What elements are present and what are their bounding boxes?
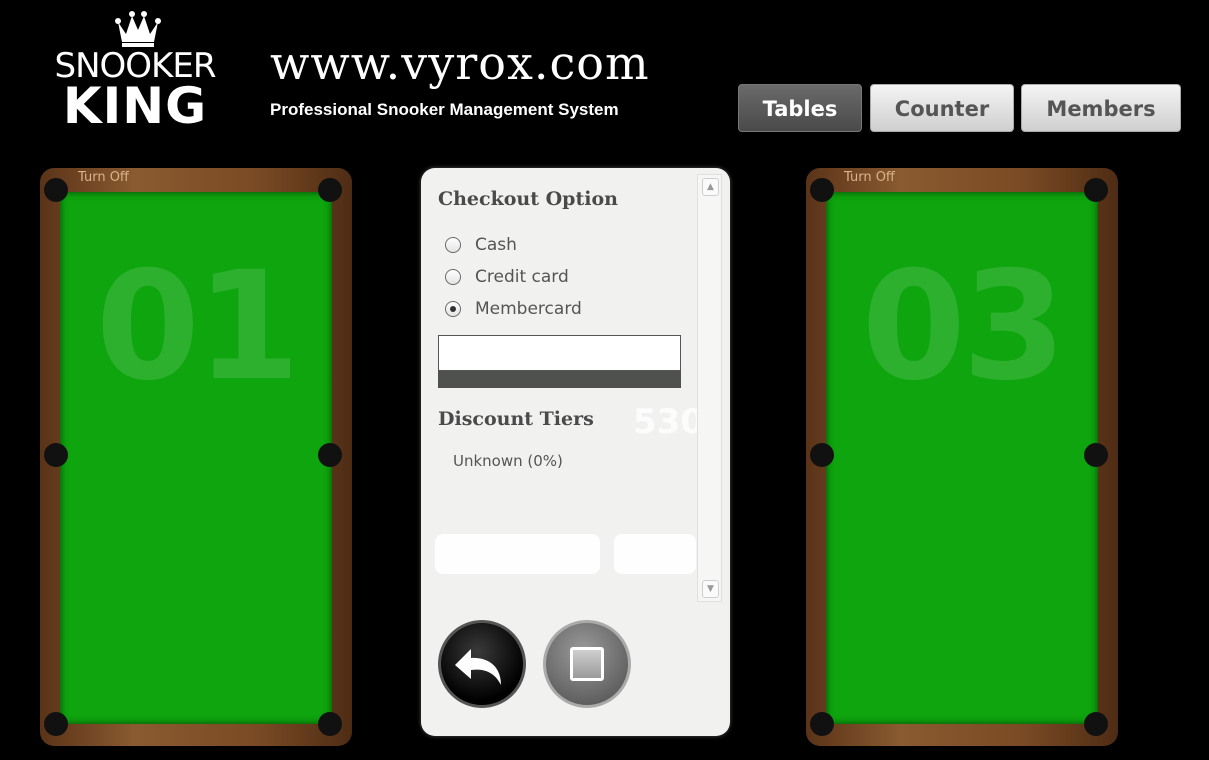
table-number: 01 <box>95 240 301 414</box>
table-number: 03 <box>861 240 1067 414</box>
panel-scrollbar[interactable]: ▲ ▼ <box>697 174 722 602</box>
site-tagline: Professional Snooker Management System <box>270 100 619 119</box>
pocket-icon <box>810 443 834 467</box>
radio-button[interactable] <box>445 269 461 285</box>
pocket-icon <box>44 178 68 202</box>
crown-icon <box>115 11 161 47</box>
radio-label: Cash <box>475 235 517 255</box>
membercard-input-bar <box>438 371 681 388</box>
discount-tier-item[interactable]: Unknown (0%) <box>453 450 563 472</box>
payment-option-membercard[interactable]: Membercard <box>445 295 582 323</box>
pocket-icon <box>810 712 834 736</box>
scroll-up-icon[interactable]: ▲ <box>702 178 719 196</box>
membercard-number-input[interactable] <box>438 335 681 371</box>
stop-button[interactable] <box>543 620 631 708</box>
pocket-icon <box>1084 443 1108 467</box>
table-turn-off-toggle[interactable]: Turn Off <box>844 169 895 187</box>
pocket-icon <box>1084 712 1108 736</box>
snooker-table-01[interactable]: Turn Off 01 <box>40 168 352 746</box>
back-button[interactable] <box>438 620 526 708</box>
pocket-icon <box>318 178 342 202</box>
checkout-option-title: Checkout Option <box>438 188 618 210</box>
undo-arrow-icon <box>455 649 501 685</box>
pocket-icon <box>318 712 342 736</box>
pocket-icon <box>810 178 834 202</box>
payment-option-credit-card[interactable]: Credit card <box>445 263 569 291</box>
tab-counter[interactable]: Counter <box>870 84 1014 132</box>
logo-text-king: KING <box>62 77 208 135</box>
checkout-panel: 530 ▲ ▼ Checkout Option Cash Credit card… <box>421 168 730 736</box>
payment-option-cash[interactable]: Cash <box>445 231 517 259</box>
radio-label: Credit card <box>475 267 569 287</box>
table-turn-off-toggle[interactable]: Turn Off <box>78 169 129 187</box>
radio-button[interactable] <box>445 237 461 253</box>
discount-tiers-title: Discount Tiers <box>438 408 594 430</box>
snooker-table-03[interactable]: Turn Off 03 <box>806 168 1118 746</box>
tab-tables[interactable]: Tables <box>738 84 862 132</box>
background-price: 530 <box>633 402 704 442</box>
stop-square-icon <box>570 647 604 681</box>
table-felt: 03 <box>826 192 1098 724</box>
background-quantity <box>614 534 696 574</box>
pocket-icon <box>1084 178 1108 202</box>
tab-members[interactable]: Members <box>1021 84 1181 132</box>
scroll-down-icon[interactable]: ▼ <box>702 580 719 598</box>
table-felt: 01 <box>60 192 332 724</box>
pocket-icon <box>318 443 342 467</box>
radio-label: Membercard <box>475 299 582 319</box>
site-url: www.vyrox.com <box>270 36 650 90</box>
background-select <box>435 534 600 574</box>
radio-button-selected[interactable] <box>445 301 461 317</box>
pocket-icon <box>44 443 68 467</box>
snooker-king-logo: SNOOKER KING <box>50 8 220 135</box>
pocket-icon <box>44 712 68 736</box>
